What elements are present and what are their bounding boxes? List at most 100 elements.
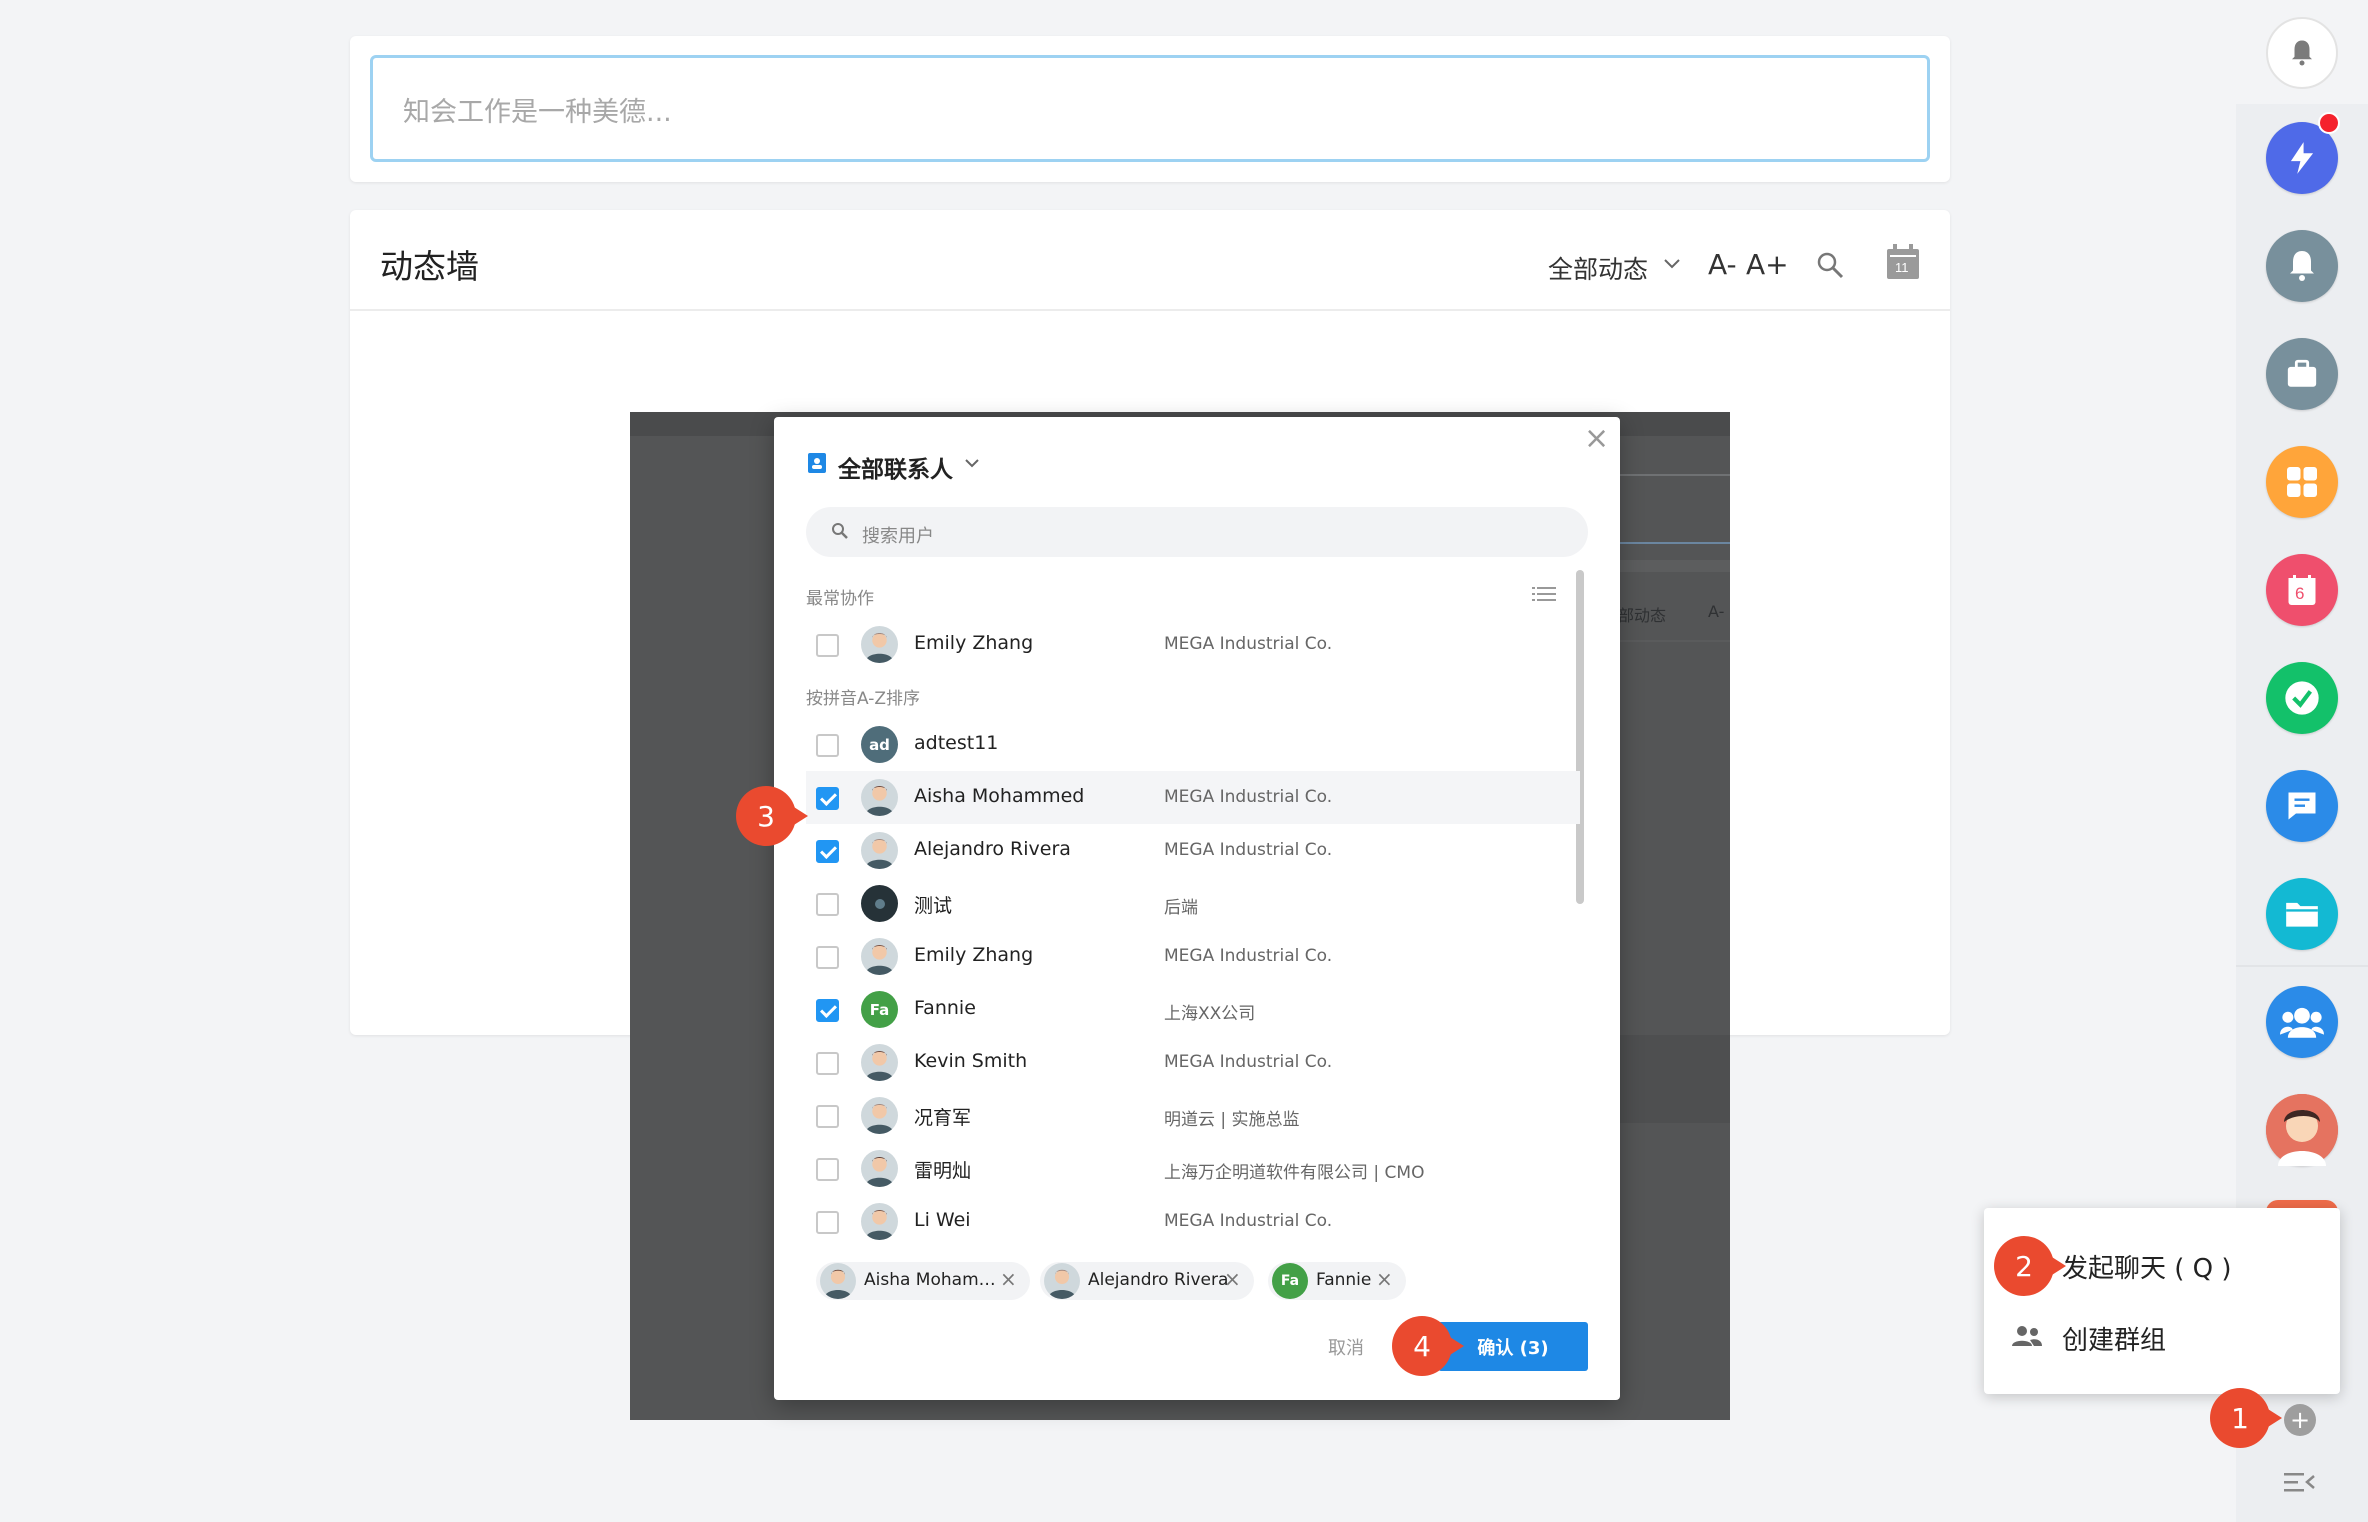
contact-row[interactable]: Li Wei MEGA Industrial Co. — [806, 1195, 1580, 1248]
contact-row[interactable]: Fa Fannie 上海XX公司 — [806, 983, 1580, 1036]
feed-title: 动态墙 — [380, 247, 479, 286]
calendar-icon[interactable]: 6 — [2266, 554, 2338, 626]
backdrop-divider — [1620, 474, 1730, 476]
contact-checkbox[interactable] — [816, 946, 839, 969]
contact-org: 明道云 | 实施总监 — [1164, 1110, 1300, 1130]
avatar — [861, 1097, 898, 1134]
section-frequent-label: 最常协作 — [806, 589, 874, 609]
avatar: Fa — [861, 991, 898, 1028]
font-decrease-button[interactable]: A- — [1708, 248, 1737, 281]
avatar — [861, 1044, 898, 1081]
contact-checkbox[interactable] — [816, 1211, 839, 1234]
start-chat-menu-item[interactable]: 发起聊天 ( Q ) — [2062, 1248, 2232, 1285]
feed-filter-dropdown[interactable]: 全部动态 — [1548, 250, 1648, 286]
selected-chip: Aisha Moham… × — [816, 1262, 1030, 1300]
contact-name: Alejandro Rivera — [914, 838, 1071, 860]
notification-badge — [2318, 112, 2340, 134]
search-placeholder: 搜索用户 — [862, 526, 934, 547]
contact-org: MEGA Industrial Co. — [1164, 787, 1333, 807]
avatar — [1044, 1263, 1080, 1299]
contact-row[interactable]: 雷明灿 上海万企明道软件有限公司 | CMO — [806, 1142, 1580, 1195]
search-icon[interactable] — [1815, 250, 1845, 280]
contact-row[interactable]: Alejandro Rivera MEGA Industrial Co. — [806, 824, 1580, 877]
add-button[interactable]: + — [2284, 1404, 2316, 1436]
list-view-icon[interactable] — [1532, 584, 1556, 604]
calendar-day: 11 — [1895, 260, 1909, 275]
contact-checkbox[interactable] — [816, 1158, 839, 1181]
step-marker: 1 — [2210, 1388, 2270, 1448]
chevron-down-icon[interactable] — [1660, 252, 1684, 276]
contact-name: Kevin Smith — [914, 1050, 1028, 1072]
contact-org: MEGA Industrial Co. — [1164, 840, 1333, 860]
avatar — [861, 938, 898, 975]
contact-row[interactable]: 况育军 明道云 | 实施总监 — [806, 1089, 1580, 1142]
backdrop-divider — [1620, 640, 1730, 642]
collapse-sidebar-icon[interactable] — [2284, 1470, 2316, 1494]
contact-row[interactable]: Emily Zhang MEGA Industrial Co. — [806, 930, 1580, 983]
briefcase-icon[interactable] — [2266, 338, 2338, 410]
chat-icon[interactable] — [2266, 770, 2338, 842]
folder-icon[interactable] — [2266, 878, 2338, 950]
contact-row[interactable]: 测试 后端 — [806, 877, 1580, 930]
backdrop-filter-text: 部动态 — [1618, 606, 1667, 625]
contact-checkbox[interactable] — [816, 734, 839, 757]
chip-label: Aisha Moham… — [864, 1270, 996, 1290]
avatar — [861, 1150, 898, 1187]
create-group-menu-item[interactable]: 创建群组 — [2062, 1320, 2166, 1357]
contact-org: MEGA Industrial Co. — [1164, 634, 1333, 654]
contact-checkbox[interactable] — [816, 787, 839, 810]
dialog-title[interactable]: 全部联系人 — [838, 450, 953, 484]
contact-row[interactable]: Kevin Smith MEGA Industrial Co. — [806, 1036, 1580, 1089]
contact-name: adtest11 — [914, 732, 999, 754]
backdrop-block — [1620, 1035, 1730, 1123]
contact-org: 后端 — [1164, 898, 1198, 918]
calendar-day: 6 — [2295, 584, 2305, 603]
apps-grid-icon[interactable] — [2266, 446, 2338, 518]
contact-name: Aisha Mohammed — [914, 785, 1085, 807]
notification-bell-icon[interactable] — [2266, 230, 2338, 302]
backdrop-divider — [1620, 560, 1730, 572]
backdrop-font-text: A- — [1708, 602, 1725, 621]
group-icon — [2012, 1326, 2042, 1346]
feed-divider — [350, 309, 1950, 311]
contact-name: Li Wei — [914, 1209, 971, 1231]
contact-name: Emily Zhang — [914, 632, 1034, 654]
contact-checkbox[interactable] — [816, 1105, 839, 1128]
sidebar-separator — [2236, 965, 2368, 967]
contact-row[interactable]: ad adtest11 — [806, 718, 1580, 771]
contact-name: 况育军 — [914, 1107, 972, 1129]
cancel-button[interactable]: 取消 — [1328, 1334, 1364, 1360]
close-icon[interactable]: × — [1584, 424, 1609, 454]
contact-checkbox[interactable] — [816, 1052, 839, 1075]
contact-org: MEGA Industrial Co. — [1164, 946, 1333, 966]
remove-chip-icon[interactable]: × — [1376, 1269, 1393, 1289]
step-marker: 2 — [1994, 1236, 2054, 1296]
contact-org: 上海万企明道软件有限公司 | CMO — [1164, 1163, 1425, 1183]
user-avatar-icon[interactable] — [2266, 1094, 2338, 1166]
chip-label: Alejandro Rivera — [1088, 1270, 1229, 1290]
contact-row[interactable]: Aisha Mohammed MEGA Industrial Co. — [806, 771, 1580, 824]
avatar — [861, 626, 898, 663]
contact-checkbox[interactable] — [816, 634, 839, 657]
contact-checkbox[interactable] — [816, 893, 839, 916]
backdrop-divider — [1620, 542, 1730, 544]
contacts-icon[interactable] — [2266, 986, 2338, 1058]
chevron-down-icon[interactable] — [962, 453, 982, 473]
contact-org: 上海XX公司 — [1164, 1004, 1256, 1024]
calendar-icon[interactable]: 11 — [1886, 244, 1920, 280]
check-circle-icon[interactable] — [2266, 662, 2338, 734]
contact-checkbox[interactable] — [816, 999, 839, 1022]
bell-icon[interactable] — [2266, 17, 2338, 89]
remove-chip-icon[interactable]: × — [1000, 1269, 1017, 1289]
contacts-book-icon — [808, 453, 826, 473]
remove-chip-icon[interactable]: × — [1224, 1269, 1241, 1289]
selected-chip: Fa Fannie × — [1268, 1262, 1406, 1300]
contact-name: Emily Zhang — [914, 944, 1034, 966]
contact-name: 测试 — [914, 895, 953, 917]
contact-org: MEGA Industrial Co. — [1164, 1052, 1333, 1072]
avatar — [861, 1203, 898, 1240]
contact-row[interactable]: Emily Zhang MEGA Industrial Co. — [806, 618, 1580, 671]
font-increase-button[interactable]: A+ — [1746, 248, 1789, 281]
contact-checkbox[interactable] — [816, 840, 839, 863]
avatar — [820, 1263, 856, 1299]
